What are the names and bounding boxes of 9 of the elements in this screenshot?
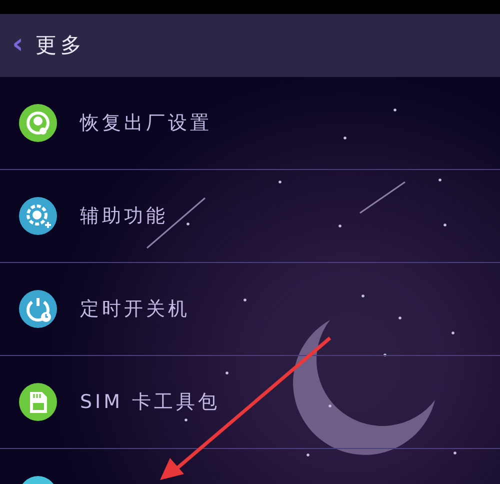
item-label: SIM 卡工具包 — [80, 390, 220, 415]
settings-item[interactable]: 恢复出厂设置 — [0, 77, 500, 170]
item-label: 辅助功能 — [80, 204, 168, 229]
settings-item[interactable]: 辅助功能 — [0, 170, 500, 263]
settings-item[interactable]: 定时开关机 — [0, 263, 500, 356]
item-label: 定时开关机 — [80, 296, 190, 322]
settings-item[interactable]: SIM 卡工具包 — [0, 356, 500, 449]
page-title: 更多 — [36, 32, 86, 59]
item-label: 恢复出厂设置 — [80, 110, 212, 136]
